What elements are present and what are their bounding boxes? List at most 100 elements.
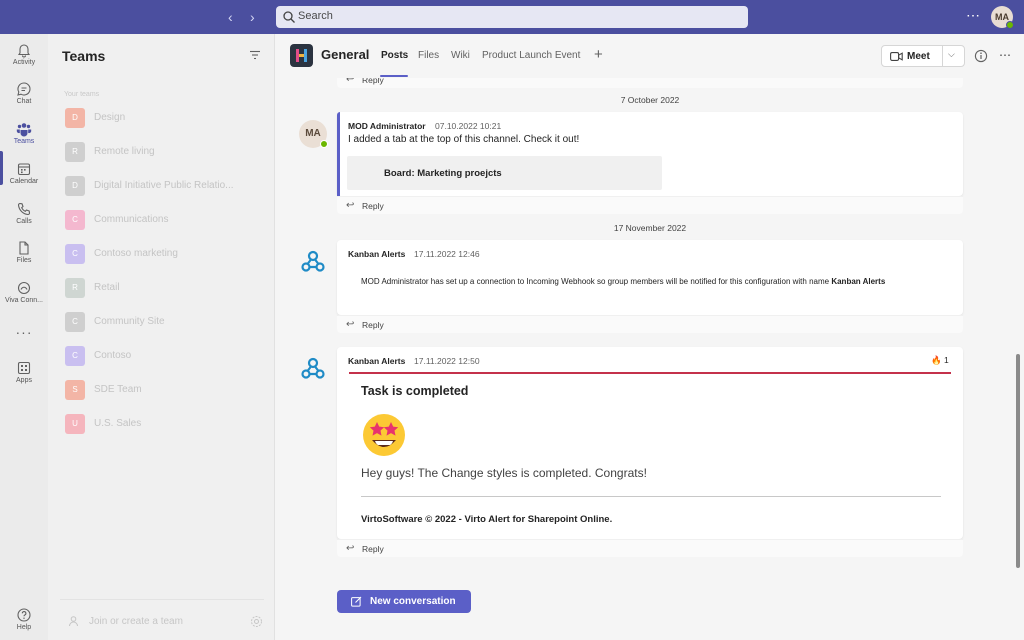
tab-product-launch-event[interactable]: Product Launch Event — [482, 50, 580, 61]
post-card: Kanban Alerts 17.11.2022 12:50 🔥 1 Task … — [337, 347, 963, 539]
tab-posts[interactable]: Posts — [381, 50, 408, 61]
rail-label: Calendar — [9, 178, 39, 185]
search-placeholder: Search — [298, 10, 333, 22]
post-timestamp: 07.10.2022 10:21 — [435, 121, 502, 131]
search-input[interactable]: Search — [276, 6, 748, 28]
team-list-item[interactable]: R Remote living — [64, 141, 264, 163]
webhook-bot-icon — [301, 250, 325, 272]
rail-item-files[interactable]: Files — [0, 240, 48, 264]
chevron-down-icon[interactable]: ⌵ — [948, 49, 955, 60]
tab-card-title: Board: Marketing proejcts — [384, 168, 502, 179]
meet-label: Meet — [907, 51, 930, 62]
rail-item-teams[interactable]: Teams — [0, 121, 48, 145]
back-arrow-icon[interactable]: ‹ — [228, 9, 233, 25]
add-tab-icon[interactable]: + — [594, 46, 603, 63]
more-options-icon[interactable]: ⋯ — [966, 7, 981, 24]
rail-label: Help — [16, 624, 32, 631]
active-tab-indicator — [380, 75, 408, 77]
meet-button[interactable]: Meet ⌵ — [881, 45, 965, 67]
reply-button[interactable]: ↩ Reply — [337, 196, 963, 214]
channel-header: General Posts Files Wiki Product Launch … — [276, 34, 1024, 78]
reply-button[interactable]: ↩ Reply — [337, 539, 963, 557]
bell-icon — [17, 44, 31, 58]
reply-arrow-icon: ↩ — [346, 200, 355, 211]
tab-files[interactable]: Files — [418, 50, 439, 61]
join-or-create-team-button[interactable]: Join or create a team — [64, 612, 264, 632]
viva-icon — [17, 281, 31, 295]
post-text: I added a tab at the top of this channel… — [348, 134, 580, 145]
reply-label: Reply — [362, 78, 384, 85]
date-separator: 17 November 2022 — [613, 223, 687, 233]
team-list-item[interactable]: C Contoso marketing — [64, 243, 264, 265]
rail-item-viva-connections[interactable]: Viva Conn... — [0, 280, 48, 304]
team-name: U.S. Sales — [94, 418, 142, 429]
rail-label: Activity — [12, 59, 36, 66]
team-avatar: R — [65, 278, 85, 298]
star-struck-emoji-icon — [363, 414, 405, 456]
rail-label: Calls — [16, 218, 32, 225]
webhook-bot-icon — [301, 357, 325, 379]
team-list-item[interactable]: S SDE Team — [64, 379, 264, 401]
channel-more-options-icon[interactable]: ⋯ — [999, 48, 1012, 62]
team-avatar: C — [65, 210, 85, 230]
card-title: Task is completed — [361, 384, 469, 398]
team-name: Design — [94, 112, 126, 123]
video-camera-icon — [890, 52, 903, 61]
webhook-notification: MOD Administrator has set up a connectio… — [348, 267, 948, 305]
avatar-initials: MA — [305, 128, 321, 139]
post-author[interactable]: MOD Administrator — [348, 121, 426, 131]
user-avatar[interactable]: MA — [991, 6, 1014, 29]
user-initials: MA — [995, 12, 1009, 22]
team-list-item[interactable]: C Communications — [64, 209, 264, 231]
tab-link-card[interactable]: Board: Marketing proejcts — [347, 156, 662, 190]
post-author[interactable]: Kanban Alerts — [348, 356, 405, 366]
reply-arrow-icon: ↩ — [346, 543, 355, 554]
settings-gear-icon[interactable] — [250, 615, 263, 628]
calendar-icon — [17, 163, 31, 176]
new-conversation-button[interactable]: New conversation — [337, 590, 471, 613]
team-avatar: U — [65, 414, 85, 434]
rail-item-calendar[interactable]: Calendar — [0, 161, 48, 185]
presence-available-icon — [320, 140, 328, 148]
team-list-item[interactable]: U U.S. Sales — [64, 413, 264, 435]
team-list-item[interactable]: D Digital Initiative Public Relatio... — [64, 175, 264, 197]
team-name: Digital Initiative Public Relatio... — [94, 180, 234, 191]
rail-item-chat[interactable]: Chat — [0, 81, 48, 105]
card-footer: VirtoSoftware © 2022 - Virto Alert for S… — [361, 514, 613, 525]
teams-panel: Teams Your teams D Design R Remote living D D… — [48, 34, 275, 640]
reply-label: Reply — [362, 201, 384, 211]
date-separator: 7 October 2022 — [620, 95, 680, 105]
card-body: Hey guys! The Change styles is completed… — [361, 466, 647, 480]
team-avatar: D — [65, 108, 85, 128]
reply-button[interactable]: ↩ Reply — [337, 78, 963, 88]
team-list-item[interactable]: C Community Site — [64, 311, 264, 333]
tab-wiki[interactable]: Wiki — [451, 50, 470, 61]
author-avatar[interactable]: MA — [299, 120, 328, 148]
app-rail: Activity Chat Teams Calendar Calls Files… — [0, 34, 48, 640]
reply-label: Reply — [362, 544, 384, 554]
own-post-indicator — [337, 112, 340, 196]
team-name: Community Site — [94, 316, 165, 327]
team-logo-icon — [296, 49, 307, 62]
reply-button[interactable]: ↩ Reply — [337, 315, 963, 333]
team-list-item[interactable]: R Retail — [64, 277, 264, 299]
post-author[interactable]: Kanban Alerts — [348, 249, 405, 259]
file-icon — [19, 241, 29, 255]
info-icon[interactable] — [974, 49, 988, 63]
rail-more-apps[interactable]: ··· — [0, 324, 48, 342]
posts-scrollbar[interactable] — [1016, 354, 1020, 568]
team-name: Retail — [94, 282, 120, 293]
team-list-item[interactable]: D Design — [64, 107, 264, 129]
reply-label: Reply — [362, 320, 384, 330]
team-list-item[interactable]: C Contoso — [64, 345, 264, 367]
rail-item-calls[interactable]: Calls — [0, 201, 48, 225]
teams-icon — [16, 123, 32, 137]
forward-arrow-icon[interactable]: › — [250, 9, 255, 25]
rail-item-help[interactable]: Help — [0, 607, 48, 631]
team-name: Contoso marketing — [94, 248, 178, 259]
rail-item-apps[interactable]: Apps — [0, 360, 48, 384]
rail-item-activity[interactable]: Activity — [0, 42, 48, 66]
webhook-config-name: Kanban Alerts — [831, 277, 886, 286]
filter-icon[interactable] — [249, 50, 261, 60]
reaction-badge[interactable]: 🔥 1 — [931, 355, 949, 366]
